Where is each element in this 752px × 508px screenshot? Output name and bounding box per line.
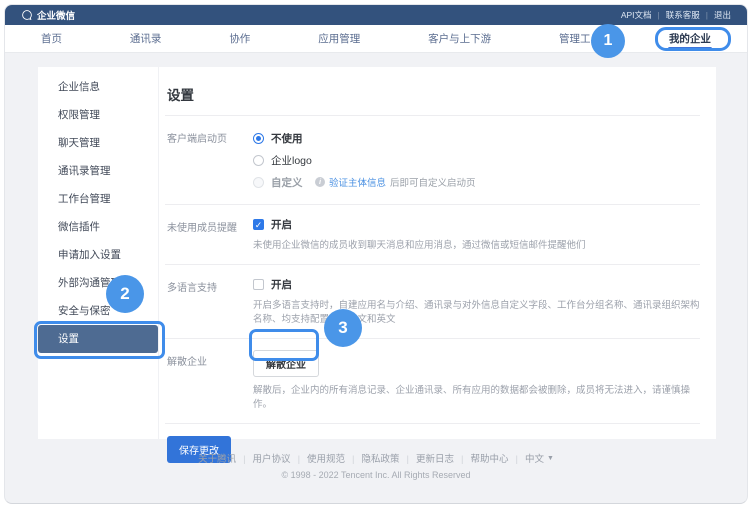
reminder-checkbox[interactable] (253, 219, 264, 230)
checkbox-label: 开启 (271, 217, 292, 232)
sidebar-item[interactable]: 权限管理 (38, 101, 158, 129)
main-nav: 首页通讯录协作应用管理客户与上下游管理工具我的企业 (5, 25, 747, 53)
wework-logo: 企业微信 (21, 8, 75, 22)
info-icon: i (315, 177, 325, 187)
settings-sidebar: 企业信息权限管理聊天管理通讯录管理工作台管理微信插件申请加入设置外部沟通管理安全… (38, 67, 159, 439)
row-label: 多语言支持 (165, 276, 253, 327)
language-selector[interactable]: 中文 ▼ (525, 451, 554, 465)
sidebar-item[interactable]: 通讯录管理 (38, 157, 158, 185)
footer-link[interactable]: 帮助中心 (470, 451, 524, 465)
annotation-step-3-badge: 3 (324, 309, 362, 347)
nav-tab[interactable]: 客户与上下游 (422, 25, 497, 52)
sidebar-item[interactable]: 申请加入设置 (38, 241, 158, 269)
footer-link[interactable]: 关于腾讯 (198, 451, 252, 465)
nav-tab[interactable]: 首页 (35, 25, 68, 52)
topbar-links: API文档联系客服退出 (621, 9, 731, 21)
checkbox-label: 开启 (271, 277, 292, 292)
row-dissolve-company: 解散企业 解散企业 解散后，企业内的所有消息记录、企业通讯录、所有应用的数据都会… (165, 339, 700, 423)
annotation-box-dissolve-button (249, 329, 319, 361)
radio-option-label: 企业logo (271, 153, 312, 168)
nav-tab[interactable]: 协作 (223, 25, 256, 52)
radio-icon (253, 177, 264, 188)
caret-down-icon: ▼ (547, 455, 554, 462)
row-client-launch-page: 客户端启动页 不使用 企业logo (165, 116, 700, 205)
settings-panel: 企业信息权限管理聊天管理通讯录管理工作台管理微信插件申请加入设置外部沟通管理安全… (38, 67, 716, 439)
footer-links: 关于腾讯用户协议使用规范隐私政策更新日志帮助中心 (198, 451, 525, 465)
annotation-step-2-badge: 2 (106, 275, 144, 313)
row-description: 未使用企业微信的成员收到聊天消息和应用消息，通过微信或短信邮件提醒他们 (253, 239, 700, 253)
row-label: 未使用成员提醒 (165, 216, 253, 253)
app-window: 企业微信 API文档联系客服退出 首页通讯录协作应用管理客户与上下游管理工具我的… (4, 4, 748, 504)
row-description: 开启多语言支持时，自建应用名与介绍、通讯录与对外信息自定义字段、工作台分组名称、… (253, 299, 700, 327)
nav-tab[interactable]: 应用管理 (312, 25, 366, 52)
sidebar-item[interactable]: 微信插件 (38, 213, 158, 241)
page-title: 设置 (167, 84, 700, 104)
verify-subject-link[interactable]: 验证主体信息 (329, 175, 386, 189)
divider (165, 423, 700, 424)
topbar-link[interactable]: API文档 (621, 9, 666, 21)
radio-icon (253, 133, 264, 144)
topbar: 企业微信 API文档联系客服退出 (5, 5, 747, 25)
footer-link[interactable]: 用户协议 (253, 451, 307, 465)
row-unused-member-reminder: 未使用成员提醒 开启 未使用企业微信的成员收到聊天消息和应用消息，通过微信或短信… (165, 205, 700, 265)
custom-option-hint: i 验证主体信息 后即可自定义启动页 (315, 171, 700, 193)
radio-option[interactable]: 不使用 (253, 127, 700, 149)
footer-link[interactable]: 更新日志 (416, 451, 470, 465)
copyright: © 1998 - 2022 Tencent Inc. All Rights Re… (5, 470, 747, 480)
footer: 关于腾讯用户协议使用规范隐私政策更新日志帮助中心 中文 ▼ © 1998 - 2… (5, 451, 747, 480)
settings-content: 设置 客户端启动页 不使用 企业log (159, 67, 716, 439)
logo-text: 企业微信 (37, 8, 75, 22)
nav-tab[interactable]: 通讯录 (124, 25, 168, 52)
footer-link[interactable]: 使用规范 (307, 451, 361, 465)
hint-text: 后即可自定义启动页 (390, 175, 476, 189)
radio-option-label: 不使用 (271, 131, 303, 146)
radio-option[interactable]: 企业logo (253, 149, 700, 171)
annotation-step-1-badge: 1 (591, 24, 625, 58)
row-multi-language: 多语言支持 开启 开启多语言支持时，自建应用名与介绍、通讯录与对外信息自定义字段… (165, 265, 700, 339)
topbar-link[interactable]: 退出 (714, 9, 731, 21)
row-label: 客户端启动页 (165, 127, 253, 193)
row-description: 解散后，企业内的所有消息记录、企业通讯录、所有应用的数据都会被删除，成员将无法进… (253, 384, 700, 412)
chat-bubble-logo-icon (21, 9, 33, 21)
sidebar-item[interactable]: 工作台管理 (38, 185, 158, 213)
footer-link[interactable]: 隐私政策 (362, 451, 416, 465)
annotation-box-my-company-tab (655, 27, 731, 51)
topbar-link[interactable]: 联系客服 (666, 9, 714, 21)
radio-icon (253, 155, 264, 166)
sidebar-item[interactable]: 企业信息 (38, 73, 158, 101)
multilang-checkbox[interactable] (253, 279, 264, 290)
sidebar-item[interactable]: 聊天管理 (38, 129, 158, 157)
annotation-box-settings-item (34, 321, 165, 359)
row-label: 解散企业 (165, 350, 253, 412)
radio-option-label: 自定义 (271, 175, 303, 190)
